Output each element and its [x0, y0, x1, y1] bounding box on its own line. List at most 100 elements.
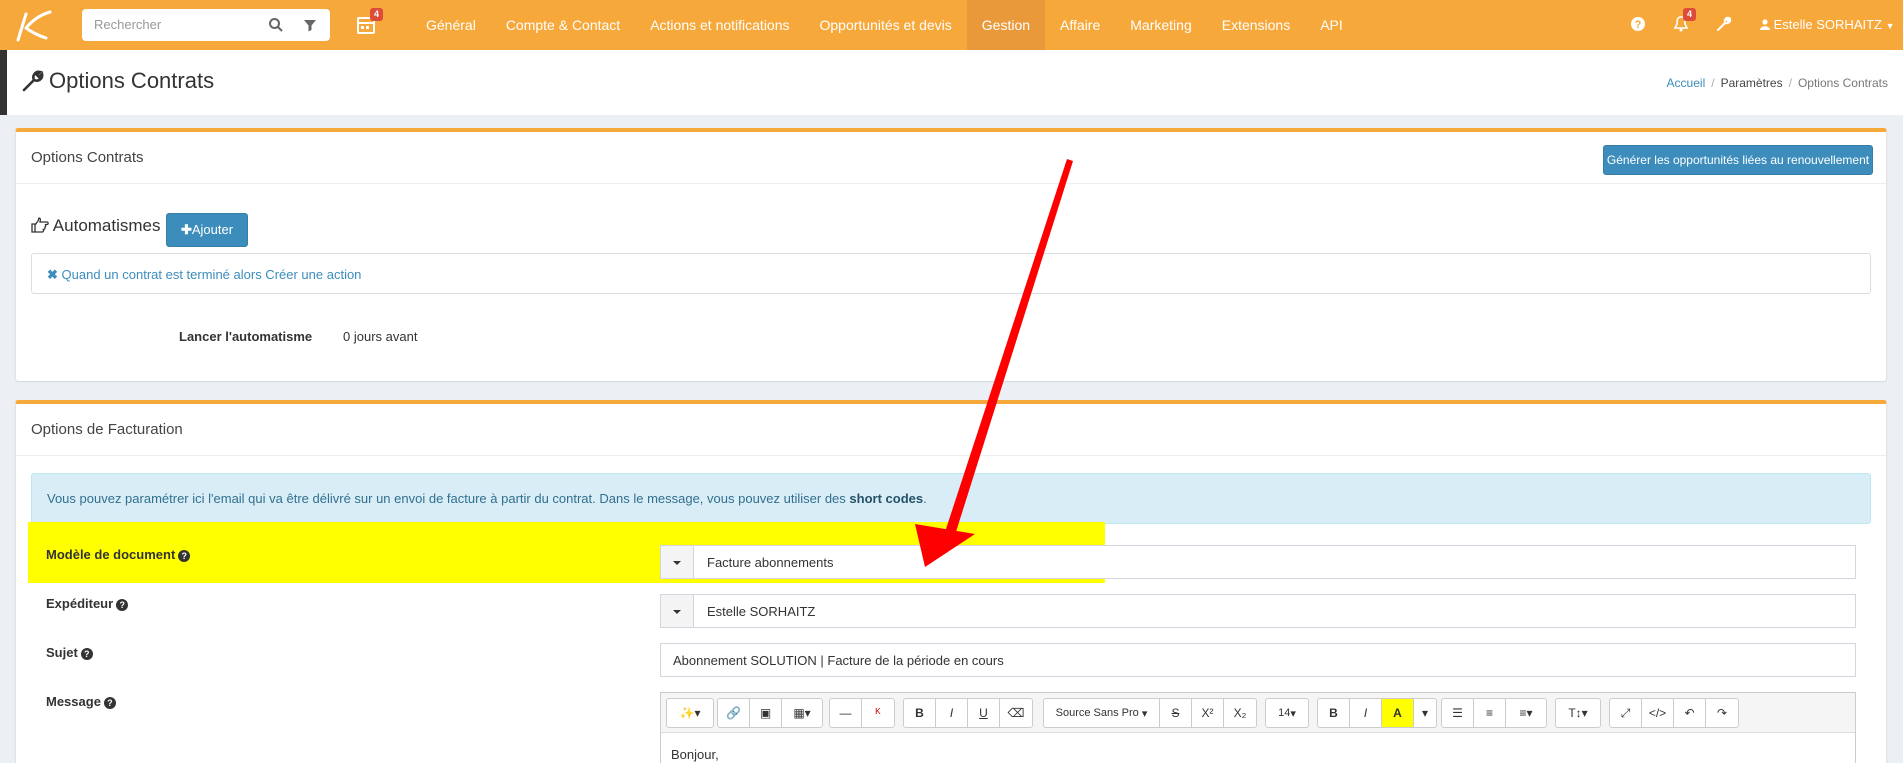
- font-family-value: Source Sans Pro: [1055, 707, 1139, 719]
- text-height-icon[interactable]: T↕▾: [1556, 699, 1600, 727]
- chevron-down-icon[interactable]: [661, 546, 694, 578]
- fullscreen-icon[interactable]: ⤢: [1610, 699, 1642, 727]
- add-automation-button[interactable]: ✚Ajouter: [166, 213, 248, 247]
- document-template-select[interactable]: Facture abonnements: [660, 545, 1856, 579]
- editor-content[interactable]: Bonjour,: [671, 747, 719, 762]
- header-accent-bar: [0, 50, 7, 115]
- superscript-icon[interactable]: X²: [1192, 699, 1224, 727]
- search-icon[interactable]: [268, 17, 284, 33]
- font-size-dropdown[interactable]: 14 ▾: [1266, 699, 1308, 727]
- short-codes-link[interactable]: short codes: [849, 491, 923, 506]
- question-circle-icon[interactable]: ?: [178, 550, 191, 562]
- question-circle-icon[interactable]: ?: [80, 648, 93, 660]
- sender-value: Estelle SORHAITZ: [707, 604, 816, 619]
- menu-account-contact[interactable]: Compte & Contact: [491, 0, 635, 50]
- toolbar-group-format: B I U ⌫: [903, 698, 1033, 728]
- launch-automation-value: 0 jours avant: [343, 329, 418, 344]
- bold-icon[interactable]: B: [904, 699, 936, 727]
- menu-gestion[interactable]: Gestion: [966, 0, 1046, 50]
- link-icon[interactable]: 🔗: [718, 699, 750, 727]
- bulleted-list-icon[interactable]: ☰: [1442, 699, 1474, 727]
- logo-insert-icon[interactable]: ᴷ: [862, 699, 894, 727]
- filter-icon[interactable]: [302, 17, 318, 33]
- menu-actions-notifications[interactable]: Actions et notifications: [635, 0, 804, 50]
- menu-general[interactable]: Général: [411, 0, 491, 50]
- box-title: Options Contrats: [31, 149, 144, 166]
- automation-rule-link[interactable]: ✖ Quand un contrat est terminé alors Cré…: [47, 267, 361, 283]
- app-logo[interactable]: [12, 8, 54, 42]
- calendar-badge: 4: [370, 8, 384, 21]
- breadcrumb-settings[interactable]: Paramètres: [1721, 76, 1783, 90]
- redo-icon[interactable]: ↷: [1706, 699, 1738, 727]
- subject-field[interactable]: Abonnement SOLUTION | Facture de la péri…: [660, 643, 1856, 677]
- image-icon[interactable]: ▣: [750, 699, 782, 727]
- subscript-icon[interactable]: X₂: [1224, 699, 1256, 727]
- breadcrumb: Accueil / Paramètres / Options Contrats: [1666, 76, 1888, 90]
- hand-point-right-icon: [31, 217, 49, 233]
- toolbar-group-color: B I A ▾: [1317, 698, 1437, 728]
- plus-icon: ✚: [180, 222, 192, 237]
- subject-label: Sujet?: [46, 645, 93, 660]
- wrench-icon: [22, 70, 44, 92]
- generate-renewal-opportunities-button[interactable]: Générer les opportunités liées au renouv…: [1603, 145, 1873, 175]
- horizontal-rule-icon[interactable]: —: [830, 699, 862, 727]
- message-label: Message?: [46, 694, 116, 709]
- automations-title: Automatismes: [31, 216, 161, 236]
- subject-value: Abonnement SOLUTION | Facture de la péri…: [673, 653, 1004, 668]
- underline-icon[interactable]: U: [968, 699, 1000, 727]
- font-family-dropdown[interactable]: Source Sans Pro ▾: [1044, 699, 1160, 727]
- box-header: Options Contrats Générer les opportunité…: [16, 132, 1886, 184]
- sender-label: Expéditeur?: [46, 596, 129, 611]
- info-text-end: .: [923, 491, 927, 506]
- menu-marketing[interactable]: Marketing: [1115, 0, 1206, 50]
- user-icon: [1760, 19, 1770, 30]
- sender-label-text: Expéditeur: [46, 596, 114, 611]
- toolbar-group-size: 14 ▾: [1265, 698, 1309, 728]
- info-text: Vous pouvez paramétrer ici l'email qui v…: [47, 491, 927, 506]
- document-template-label: Modèle de document?: [46, 547, 191, 562]
- page-header: Options Contrats Accueil / Paramètres / Opti…: [0, 50, 1903, 115]
- menu-opportunities-quotes[interactable]: Opportunités et devis: [805, 0, 967, 50]
- user-name: Estelle SORHAITZ: [1773, 17, 1882, 32]
- align-icon[interactable]: ≡▾: [1506, 699, 1546, 727]
- menu-affaire[interactable]: Affaire: [1045, 0, 1115, 50]
- top-navbar: 4 Général Compte & Contact Actions et no…: [0, 0, 1903, 50]
- table-icon[interactable]: ▦▾: [782, 699, 822, 727]
- user-menu[interactable]: Estelle SORHAITZ ▼: [1760, 0, 1895, 51]
- toolbar-group-insert: 🔗 ▣ ▦▾: [717, 698, 823, 728]
- strikethrough-icon[interactable]: S: [1160, 699, 1192, 727]
- breadcrumb-home[interactable]: Accueil: [1667, 76, 1706, 90]
- chevron-down-icon[interactable]: ▾: [1414, 699, 1436, 727]
- highlight-color-icon[interactable]: A: [1382, 699, 1414, 727]
- menu-extensions[interactable]: Extensions: [1207, 0, 1305, 50]
- close-icon[interactable]: ✖: [47, 267, 58, 282]
- message-editor: ✨▾ 🔗 ▣ ▦▾ — ᴷ B I U ⌫ Source Sans Pro ▾ …: [660, 692, 1856, 763]
- menu-api[interactable]: API: [1305, 0, 1358, 50]
- main-menu: Général Compte & Contact Actions et noti…: [411, 0, 1358, 50]
- search-input[interactable]: [94, 17, 244, 32]
- help-icon[interactable]: ?: [1630, 16, 1646, 32]
- italic-icon[interactable]: I: [1350, 699, 1382, 727]
- question-circle-icon[interactable]: ?: [116, 599, 129, 611]
- eraser-icon[interactable]: ⌫: [1000, 699, 1032, 727]
- info-text-body: Vous pouvez paramétrer ici l'email qui v…: [47, 491, 846, 506]
- info-callout: Vous pouvez paramétrer ici l'email qui v…: [31, 473, 1871, 524]
- toolbar-group-height: T↕▾: [1555, 698, 1601, 728]
- svg-text:?: ?: [1635, 19, 1642, 31]
- editor-toolbar: ✨▾ 🔗 ▣ ▦▾ — ᴷ B I U ⌫ Source Sans Pro ▾ …: [661, 693, 1855, 733]
- question-circle-icon[interactable]: ?: [103, 697, 116, 709]
- magic-wand-icon[interactable]: ✨▾: [667, 699, 713, 727]
- italic-icon[interactable]: I: [936, 699, 968, 727]
- page-title: Options Contrats: [49, 68, 215, 93]
- bold-icon[interactable]: B: [1318, 699, 1350, 727]
- wrench-icon[interactable]: [1716, 16, 1732, 32]
- document-template-value: Facture abonnements: [707, 555, 834, 570]
- undo-icon[interactable]: ↶: [1674, 699, 1706, 727]
- code-view-icon[interactable]: </>: [1642, 699, 1674, 727]
- notification-badge: 4: [1683, 8, 1697, 21]
- numbered-list-icon[interactable]: ≡: [1474, 699, 1506, 727]
- sender-select[interactable]: Estelle SORHAITZ: [660, 594, 1856, 628]
- document-template-label-text: Modèle de document: [46, 547, 176, 562]
- toolbar-group-style: ✨▾: [666, 698, 714, 728]
- chevron-down-icon[interactable]: [661, 595, 694, 627]
